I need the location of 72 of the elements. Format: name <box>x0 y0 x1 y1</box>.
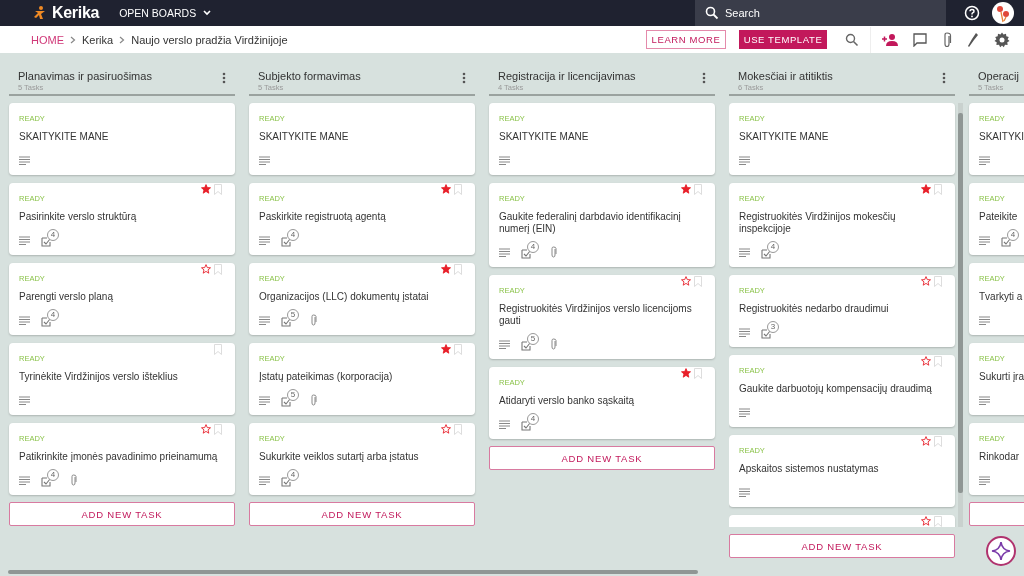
task-title: SKAITYKITE MANE <box>739 131 830 143</box>
add-person-icon[interactable] <box>882 32 898 47</box>
task-title: Gaukite darbuotojų kompensacijų draudimą <box>739 383 933 395</box>
breadcrumb-link[interactable]: Kerika <box>82 33 114 46</box>
star-icon[interactable] <box>921 356 931 366</box>
star-icon[interactable] <box>681 184 691 194</box>
paperclip-icon[interactable] <box>942 31 952 48</box>
task-title: Organizacijos (LLC) dokumentų įstatai <box>259 291 430 303</box>
task-title: Sukurkite veiklos sutartį arba įstatus <box>259 451 420 463</box>
search-field[interactable]: Search <box>695 0 946 26</box>
chevron-down-icon <box>202 8 213 18</box>
star-icon[interactable] <box>201 184 211 194</box>
chat-icon[interactable] <box>913 32 927 47</box>
task-title: Įstatų pateikimas (korporacija) <box>259 371 394 383</box>
add-task-button[interactable]: ADD NEW TASK <box>9 502 235 526</box>
star-icon[interactable] <box>201 424 211 434</box>
more-icon[interactable] <box>462 72 466 84</box>
search-icon[interactable] <box>845 32 859 47</box>
add-task-button[interactable]: ADD NEW TASK <box>489 446 715 470</box>
column-title: Registracija ir licencijavimas <box>498 70 636 82</box>
task-title: Registruokitės Virdžinijos verslo licencijoms gauti <box>499 303 693 327</box>
scrollbar[interactable] <box>958 103 963 527</box>
star-icon[interactable] <box>441 184 451 194</box>
task-title: SKAITYKI <box>979 131 1024 143</box>
chevron-icon <box>119 35 126 44</box>
breadcrumb-link[interactable]: Naujo verslo pradžia Virdžinijoje <box>131 33 288 46</box>
task-title: Atidaryti verslo banko sąskaitą <box>499 395 636 407</box>
breadcrumb-link[interactable]: HOME <box>31 33 64 46</box>
star-icon[interactable] <box>441 424 451 434</box>
task-title: Paskirkite registruotą agentą <box>259 211 387 223</box>
star-icon[interactable] <box>681 276 691 286</box>
column-title: Mokesčiai ir atitiktis <box>738 70 833 82</box>
star-icon[interactable] <box>201 264 211 274</box>
task-title: SKAITYKITE MANE <box>259 131 350 143</box>
star-icon[interactable] <box>921 436 931 446</box>
learn-more-button[interactable]: LEARN MORE <box>646 30 726 49</box>
more-icon[interactable] <box>222 72 226 84</box>
more-icon[interactable] <box>942 72 946 84</box>
task-title: Registruokitės Virdžinijos mokesčių inspekcijoje <box>739 211 897 235</box>
task-title: Patikrinkite įmonės pavadinimo prieinamumą <box>19 451 219 463</box>
task-title: Tyrinėkite Virdžinijos verslo išteklius <box>19 371 179 383</box>
add-task-button[interactable]: ADD NEW TASK <box>249 502 475 526</box>
task-title: Parengti verslo planą <box>19 291 114 303</box>
avatar[interactable] <box>992 2 1014 24</box>
star-icon[interactable] <box>921 276 931 286</box>
task-title: Apskaitos sistemos nustatymas <box>739 463 880 475</box>
task-title: Pateikite <box>979 211 1019 223</box>
column-title: Subjekto formavimas <box>258 70 361 82</box>
column-title: Planavimas ir pasiruošimas <box>18 70 152 82</box>
star-icon[interactable] <box>441 264 451 274</box>
chevron-icon <box>70 35 76 44</box>
task-title: SKAITYKITE MANE <box>19 131 110 143</box>
more-icon[interactable] <box>702 72 706 84</box>
task-title: Rinkodar <box>979 451 1021 463</box>
add-task-button[interactable]: ADD NEW TASK <box>729 534 955 558</box>
logo-text: Kerika <box>52 4 100 22</box>
star-icon[interactable] <box>921 184 931 194</box>
task-title: Tvarkyti a <box>979 291 1024 303</box>
settings-icon[interactable] <box>994 31 1010 48</box>
task-title: Pasirinkite verslo struktūrą <box>19 211 138 223</box>
task-title: Gaukite federalinį darbdavio identifikacinį numerį (EIN) <box>499 211 682 235</box>
star-icon[interactable] <box>921 516 931 526</box>
help-icon[interactable] <box>964 5 980 21</box>
use-template-button[interactable]: USE TEMPLATE <box>739 30 827 49</box>
task-title: Registruokitės nedarbo draudimui <box>739 303 890 315</box>
task-title: SKAITYKITE MANE <box>499 131 590 143</box>
star-icon[interactable] <box>681 368 691 378</box>
assistant-button[interactable] <box>986 536 1016 566</box>
open-boards-menu[interactable]: OPEN BOARDS <box>119 7 213 19</box>
column-title: Operacij <box>978 70 1019 82</box>
task-title: Sukurti įra <box>979 371 1024 383</box>
star-icon[interactable] <box>441 344 451 354</box>
